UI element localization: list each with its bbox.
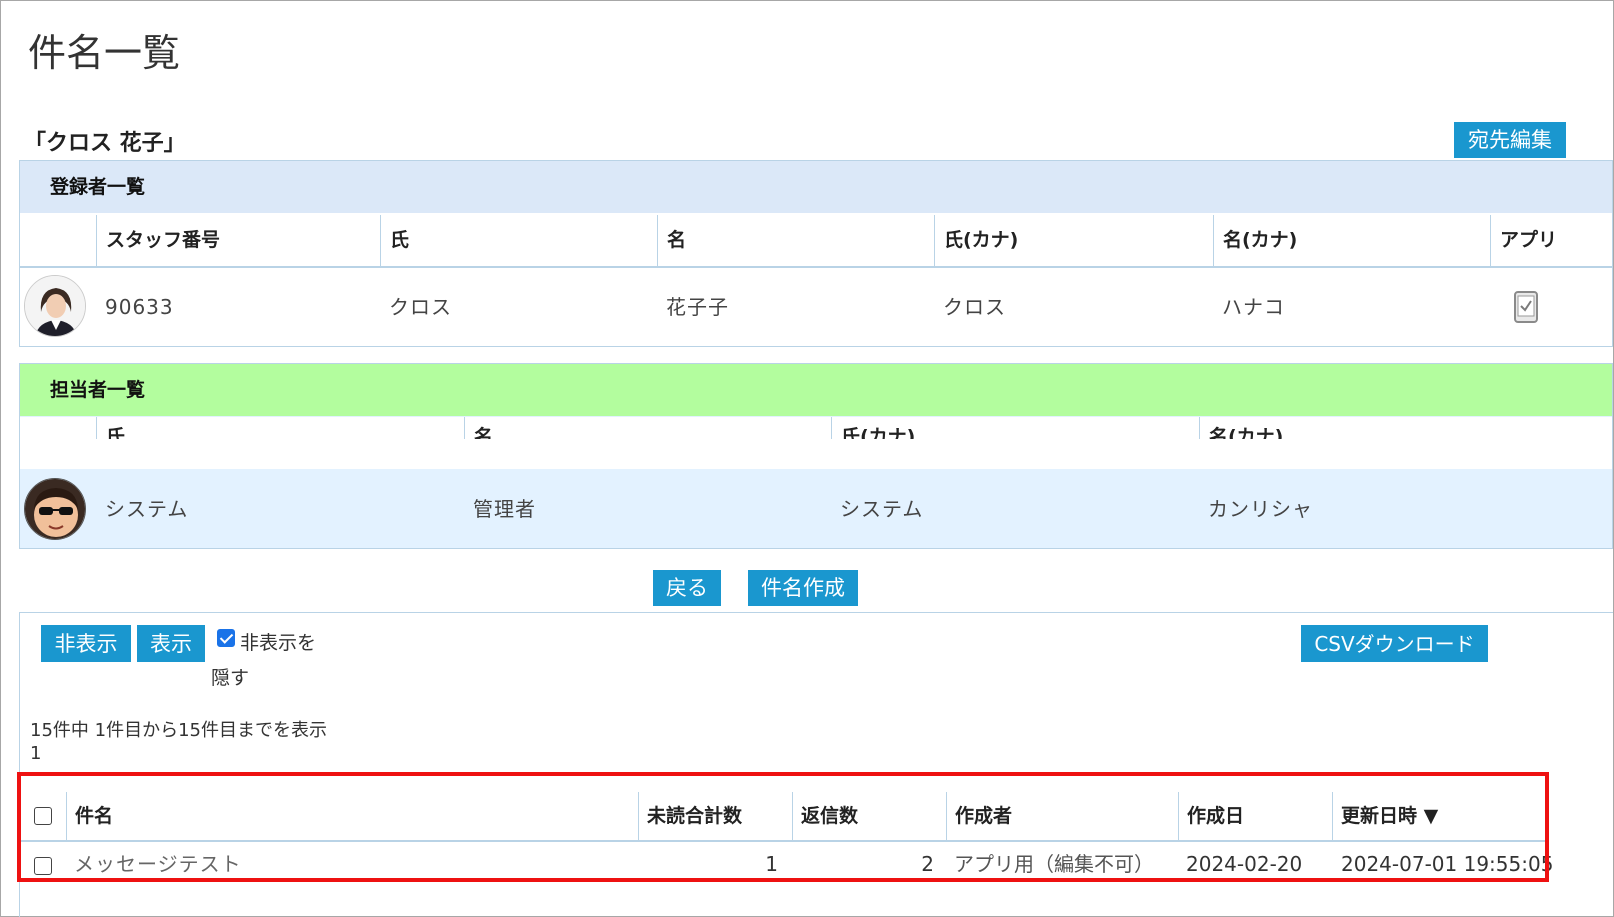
staff-header-spacer <box>20 439 1612 469</box>
hide-button[interactable]: 非表示 <box>41 625 131 662</box>
staff-header-row: 氏 名 氏(カナ) 名(カナ) <box>20 417 1612 439</box>
registrants-heading: 登録者一覧 <box>20 161 1612 213</box>
cell-last-name: システム <box>105 497 189 521</box>
cell-last-kana: クロス <box>943 295 1006 319</box>
cell-replies: 2 <box>921 852 934 876</box>
create-subject-button[interactable]: 件名作成 <box>748 570 858 606</box>
hide-hidden-checkbox[interactable] <box>217 629 235 647</box>
back-button[interactable]: 戻る <box>653 570 721 606</box>
registrants-header-row: スタッフ番号 氏 名 氏(カナ) 名(カナ) アプリ <box>20 215 1612 268</box>
pagination-summary: 15件中 1件目から15件目までを表示 <box>30 720 327 741</box>
column-header-first-name[interactable]: 名 <box>657 215 934 266</box>
column-header-updated[interactable]: 更新日時 ▼ <box>1332 792 1546 840</box>
column-header-first-name[interactable]: 名 <box>464 417 831 439</box>
row-checkbox[interactable] <box>34 857 52 875</box>
column-header-subject[interactable]: 件名 <box>66 792 638 840</box>
table-row[interactable]: 90633 クロス 花子子 クロス ハナコ <box>20 267 1612 347</box>
avatar <box>24 478 86 540</box>
phone-check-icon[interactable] <box>1510 267 1550 347</box>
hide-hidden-label-line2: 隠す <box>211 667 250 689</box>
column-header-author[interactable]: 作成者 <box>946 792 1178 840</box>
column-header-last-name[interactable]: 氏 <box>96 417 464 439</box>
staff-heading: 担当者一覧 <box>20 364 1612 416</box>
column-header-last-name[interactable]: 氏 <box>380 215 657 266</box>
page-title: 件名一覧 <box>28 31 181 75</box>
avatar <box>24 275 86 337</box>
select-all-checkbox[interactable] <box>34 807 52 825</box>
subjects-header-row: 件名 未読合計数 返信数 作成者 作成日 更新日時 ▼ <box>20 792 1546 842</box>
staff-panel: 担当者一覧 氏 名 氏(カナ) 名(カナ) システム 管理者 システム カンリシ… <box>19 363 1613 549</box>
cell-last-name: クロス <box>389 295 452 319</box>
cell-created: 2024-02-20 <box>1186 852 1303 876</box>
cell-first-kana: カンリシャ <box>1208 497 1313 521</box>
cell-unread: 1 <box>765 852 778 876</box>
select-all-cell <box>20 792 66 840</box>
column-header-created[interactable]: 作成日 <box>1178 792 1332 840</box>
column-header-unread[interactable]: 未読合計数 <box>638 792 792 840</box>
csv-download-button[interactable]: CSVダウンロード <box>1301 625 1488 662</box>
pagination-page-link[interactable]: 1 <box>30 743 41 764</box>
column-header-last-kana[interactable]: 氏(カナ) <box>831 417 1199 439</box>
row-select-cell <box>20 842 66 880</box>
cell-first-kana: ハナコ <box>1222 295 1285 319</box>
hide-hidden-label: 非表示を <box>240 632 317 654</box>
cell-updated: 2024-07-01 19:55:05 <box>1341 852 1554 876</box>
cell-first-name: 管理者 <box>473 497 536 521</box>
person-heading: 「クロス 花子」 <box>24 131 186 156</box>
edit-recipients-button[interactable]: 宛先編集 <box>1454 122 1566 158</box>
cell-author: アプリ用（編集不可） <box>954 852 1154 876</box>
cell-staff-no: 90633 <box>105 295 174 319</box>
avatar-column-header <box>20 417 96 439</box>
column-header-staff-no[interactable]: スタッフ番号 <box>96 215 380 266</box>
column-header-first-kana[interactable]: 名(カナ) <box>1199 417 1566 439</box>
cell-first-name: 花子子 <box>666 295 729 319</box>
column-header-first-kana[interactable]: 名(カナ) <box>1213 215 1490 266</box>
table-row[interactable]: システム 管理者 システム カンリシャ <box>20 469 1612 549</box>
column-header-replies[interactable]: 返信数 <box>792 792 946 840</box>
show-button[interactable]: 表示 <box>137 625 205 662</box>
cell-subject-link[interactable]: メッセージテスト <box>66 842 638 880</box>
column-header-app[interactable]: アプリ <box>1490 215 1614 266</box>
column-header-last-kana[interactable]: 氏(カナ) <box>934 215 1213 266</box>
registrants-panel: 登録者一覧 スタッフ番号 氏 名 氏(カナ) 名(カナ) アプリ 90633 ク… <box>19 160 1613 347</box>
table-row[interactable]: メッセージテスト 1 2 アプリ用（編集不可） 2024-02-20 2024-… <box>20 842 1554 880</box>
cell-last-kana: システム <box>840 497 924 521</box>
avatar-column-header <box>20 215 96 266</box>
